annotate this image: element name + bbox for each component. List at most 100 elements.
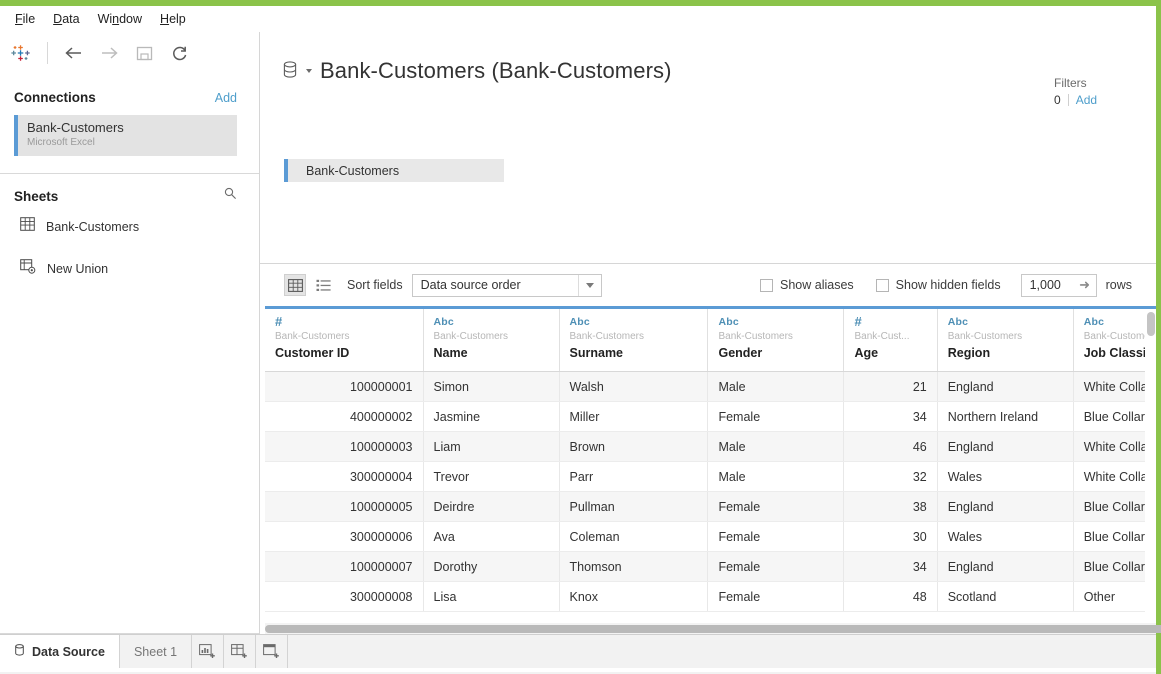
scrollbar-thumb[interactable] (1147, 312, 1155, 336)
table-cell: England (937, 432, 1073, 462)
table-cell: Wales (937, 522, 1073, 552)
table-cell: Other (1073, 582, 1156, 612)
connection-type: Microsoft Excel (27, 136, 229, 149)
table-cell: Blue Collar (1073, 402, 1156, 432)
chevron-down-icon[interactable] (306, 69, 312, 73)
table-cell: Female (708, 522, 844, 552)
table-cell: Blue Collar (1073, 522, 1156, 552)
column-header-gender[interactable]: Abc Bank-Customers Gender (708, 309, 844, 372)
apply-rows-arrow-icon[interactable]: ➜ (1074, 275, 1096, 296)
connection-item-bank-customers[interactable]: Bank-Customers Microsoft Excel (14, 115, 237, 156)
show-aliases-checkbox[interactable]: Show aliases (760, 278, 854, 292)
list-view-icon[interactable] (312, 274, 334, 296)
table-row[interactable]: 300000008LisaKnoxFemale48ScotlandOther11… (265, 582, 1156, 612)
tab-data-source[interactable]: Data Source (0, 635, 120, 668)
sheet-item-bank-customers[interactable]: Bank-Customers (0, 211, 259, 242)
search-icon[interactable] (224, 187, 237, 205)
column-header-customer-id[interactable]: # Bank-Customers Customer ID (265, 309, 423, 372)
table-cell: Miller (559, 402, 708, 432)
tableau-logo-icon[interactable] (10, 42, 32, 64)
tab-sheet-1[interactable]: Sheet 1 (120, 635, 192, 668)
table-row[interactable]: 100000003LiamBrownMale46EnglandWhite Col… (265, 432, 1156, 462)
sheet-item-label: Bank-Customers (46, 220, 139, 234)
column-header-region[interactable]: Abc Bank-Customers Region (937, 309, 1073, 372)
back-arrow-icon[interactable] (63, 42, 85, 64)
left-pane: Connections Add Bank-Customers Microsoft… (0, 32, 260, 634)
table-cell: 46 (844, 432, 937, 462)
toolbar-divider (47, 42, 48, 64)
table-cell: 300000008 (265, 582, 423, 612)
field-source: Bank-Customers (275, 329, 413, 345)
table-row[interactable]: 100000007DorothyThomsonFemale34EnglandBl… (265, 552, 1156, 582)
tableau-window: File Data Window Help (0, 0, 1161, 674)
sheet-item-label: New Union (47, 262, 108, 276)
menu-bar: File Data Window Help (0, 6, 1156, 32)
table-cell: Deirdre (423, 492, 559, 522)
table-row[interactable]: 100000001SimonWalshMale21EnglandWhite Co… (265, 372, 1156, 402)
field-type-icon: Abc (718, 315, 833, 329)
field-source: Bank-Cust... (854, 329, 926, 345)
new-dashboard-icon[interactable] (224, 635, 256, 668)
column-header-job-classification[interactable]: Abc Bank-Customers Job Classification (1073, 309, 1156, 372)
menu-item-help[interactable]: Help (151, 10, 195, 28)
table-row[interactable]: 300000006AvaColemanFemale30WalesBlue Col… (265, 522, 1156, 552)
table-cell: Ava (423, 522, 559, 552)
checkbox-box[interactable] (760, 279, 773, 292)
new-story-icon[interactable] (256, 635, 288, 668)
right-pane: Bank-Customers (Bank-Customers) Filters … (260, 32, 1156, 634)
field-type-icon: # (275, 315, 413, 329)
union-icon (20, 259, 36, 279)
canvas-table-chip[interactable]: Bank-Customers (284, 159, 504, 182)
checkbox-box[interactable] (876, 279, 889, 292)
table-cell: Parr (559, 462, 708, 492)
scrollbar-thumb[interactable] (265, 625, 1161, 633)
sheet-item-new-union[interactable]: New Union (0, 253, 259, 285)
field-type-icon: Abc (948, 315, 1063, 329)
table-cell: White Collar (1073, 372, 1156, 402)
table-cell: White Collar (1073, 432, 1156, 462)
table-cell: 32 (844, 462, 937, 492)
grid-vertical-scrollbar[interactable] (1145, 309, 1156, 623)
field-name: Surname (570, 345, 698, 362)
table-cell: Trevor (423, 462, 559, 492)
bottom-tab-bar: Data Source Sheet 1 (0, 634, 1156, 668)
table-cell: 34 (844, 552, 937, 582)
sidebar-bottom-divider (0, 633, 259, 634)
field-name: Name (434, 345, 549, 362)
main-split: Connections Add Bank-Customers Microsoft… (0, 32, 1156, 634)
data-grid[interactable]: # Bank-Customers Customer ID Abc Bank-Cu… (265, 306, 1156, 623)
menu-item-window[interactable]: Window (89, 10, 151, 28)
menu-item-data[interactable]: Data (44, 10, 88, 28)
column-header-surname[interactable]: Abc Bank-Customers Surname (559, 309, 708, 372)
table-row[interactable]: 300000004TrevorParrMale32WalesWhite Coll… (265, 462, 1156, 492)
table-row[interactable]: 100000005DeirdrePullmanFemale38EnglandBl… (265, 492, 1156, 522)
table-cell: Pullman (559, 492, 708, 522)
table-cell: Thomson (559, 552, 708, 582)
chevron-down-icon[interactable] (578, 275, 601, 296)
grid-horizontal-scrollbar[interactable] (265, 623, 1156, 634)
table-cell: 400000002 (265, 402, 423, 432)
rows-limit-input[interactable]: 1,000 ➜ (1021, 274, 1097, 297)
table-cell: Coleman (559, 522, 708, 552)
table-row[interactable]: 400000002JasmineMillerFemale34Northern I… (265, 402, 1156, 432)
field-source: Bank-Customers (570, 329, 698, 345)
forward-arrow-icon[interactable] (98, 42, 120, 64)
table-cell: Female (708, 552, 844, 582)
sort-fields-value: Data source order (421, 278, 521, 292)
refresh-icon[interactable] (168, 42, 190, 64)
menu-item-file[interactable]: File (6, 10, 44, 28)
table-cell: Male (708, 432, 844, 462)
add-connection-link[interactable]: Add (215, 91, 237, 105)
grid-view-icon[interactable] (284, 274, 306, 296)
save-icon[interactable] (133, 42, 155, 64)
table-cell: Male (708, 462, 844, 492)
database-icon (14, 644, 25, 660)
sort-fields-select[interactable]: Data source order (412, 274, 602, 297)
new-worksheet-icon[interactable] (192, 635, 224, 668)
column-header-age[interactable]: # Bank-Cust... Age (844, 309, 937, 372)
datasource-header: Bank-Customers (Bank-Customers) Filters … (260, 32, 1156, 264)
column-header-name[interactable]: Abc Bank-Customers Name (423, 309, 559, 372)
table-cell: Knox (559, 582, 708, 612)
show-hidden-fields-checkbox[interactable]: Show hidden fields (876, 278, 1001, 292)
connections-header: Connections Add (0, 74, 259, 113)
